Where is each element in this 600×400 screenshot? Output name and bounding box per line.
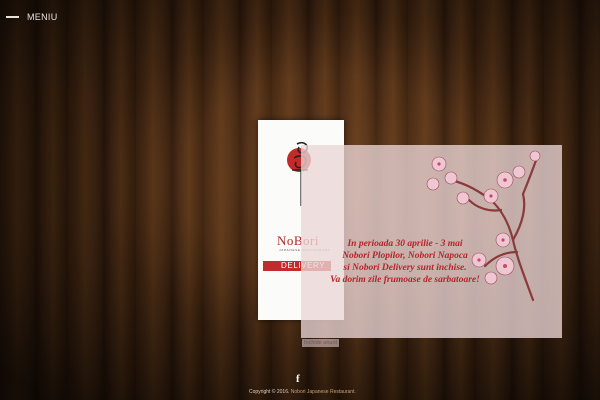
facebook-icon[interactable]: f [296, 373, 300, 385]
copyright-link[interactable]: Nobori Japanese Restaurant. [291, 389, 356, 395]
announcement-text: In perioada 30 aprilie - 3 mai Nobori Pl… [308, 238, 502, 286]
close-announcement-button[interactable]: Inchide anunt [302, 339, 340, 347]
copyright: Copyright © 2016. Nobori Japanese Restau… [249, 389, 356, 395]
menu-label: MENIU [27, 12, 58, 22]
copyright-text: Copyright © 2016. [249, 389, 290, 395]
announcement-line: Va dorim zile frumoase de sarbatoare! [330, 275, 480, 285]
hamburger-icon [6, 16, 19, 18]
announcement-line: In perioada 30 aprilie - 3 mai [347, 239, 463, 249]
announcement-line: si Nobori Delivery sunt inchise. [343, 263, 467, 273]
announcement-line: Nobori Plopilor, Nobori Napoca [342, 251, 468, 261]
menu-toggle[interactable]: MENIU [6, 12, 58, 22]
